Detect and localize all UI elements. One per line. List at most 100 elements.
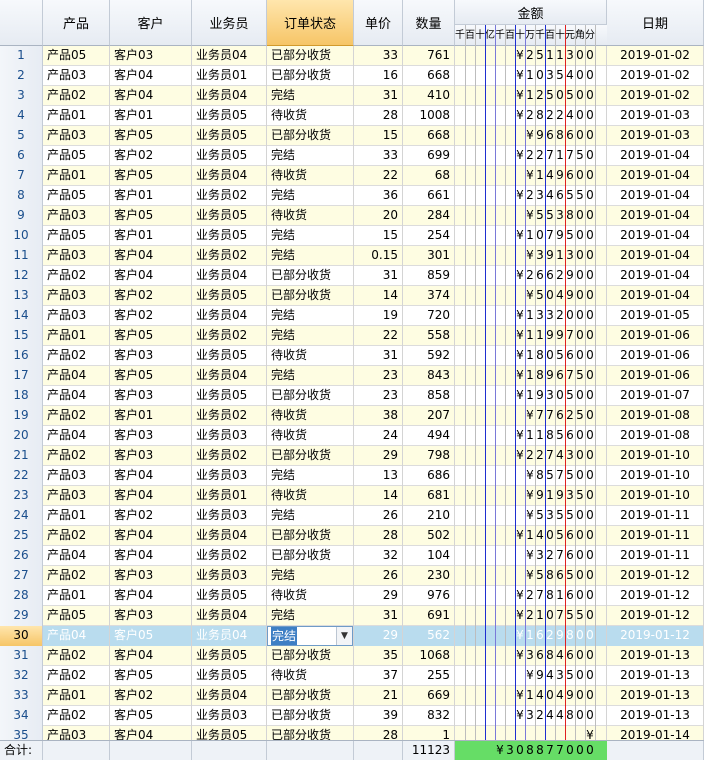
row-number[interactable]: 15 <box>0 326 43 346</box>
cell-qty[interactable]: 843 <box>403 366 455 386</box>
cell-qty[interactable]: 104 <box>403 546 455 566</box>
cell-price[interactable]: 29 <box>354 626 403 646</box>
table-row[interactable]: 23 产品03 客户04 业务员01 待收货 14 681 2019-01-10 ¥9 1 9 3 5 0 <box>0 486 704 506</box>
table-row[interactable]: 17 产品04 客户05 业务员04 完结 23 843 2019-01-06 ¥1 8 9 6 7 5 0 <box>0 366 704 386</box>
cell-qty[interactable]: 494 <box>403 426 455 446</box>
cell-date[interactable]: 2019-01-04 <box>607 206 704 226</box>
cell-status[interactable]: 待收货 <box>267 346 354 366</box>
cell-product[interactable]: 产品02 <box>43 406 110 426</box>
cell-salesman[interactable]: 业务员05 <box>192 346 267 366</box>
cell-customer[interactable]: 客户05 <box>110 366 192 386</box>
row-number[interactable]: 18 <box>0 386 43 406</box>
cell-salesman[interactable]: 业务员05 <box>192 586 267 606</box>
cell-price[interactable]: 16 <box>354 66 403 86</box>
cell-price[interactable]: 26 <box>354 566 403 586</box>
cell-date[interactable]: 2019-01-07 <box>607 386 704 406</box>
cell-customer[interactable]: 客户02 <box>110 686 192 706</box>
cell-product[interactable]: 产品02 <box>43 266 110 286</box>
cell-product[interactable]: 产品05 <box>43 186 110 206</box>
cell-product[interactable]: 产品05 <box>43 606 110 626</box>
cell-status[interactable]: 待收货 <box>267 406 354 426</box>
cell-date[interactable]: 2019-01-12 <box>607 586 704 606</box>
cell-salesman[interactable]: 业务员05 <box>192 646 267 666</box>
cell-customer[interactable]: 客户04 <box>110 486 192 506</box>
cell-product[interactable]: 产品01 <box>43 586 110 606</box>
cell-price[interactable]: 33 <box>354 46 403 66</box>
cell-qty[interactable]: 207 <box>403 406 455 426</box>
row-number[interactable]: 22 <box>0 466 43 486</box>
cell-product[interactable]: 产品02 <box>43 666 110 686</box>
row-number[interactable]: 25 <box>0 526 43 546</box>
cell-customer[interactable]: 客户05 <box>110 706 192 726</box>
column-header-price[interactable]: 单价 <box>354 0 403 46</box>
cell-date[interactable]: 2019-01-13 <box>607 706 704 726</box>
cell-salesman[interactable]: 业务员04 <box>192 46 267 66</box>
table-row[interactable]: 34 产品02 客户05 业务员03 已部分收货 39 832 2019-01-13 ¥3 2 4 4… <box>0 706 704 726</box>
cell-date[interactable]: 2019-01-06 <box>607 346 704 366</box>
table-row[interactable]: 14 产品03 客户02 业务员04 完结 19 720 2019-01-05 ¥1 3 3 2 0 0 0 <box>0 306 704 326</box>
cell-qty[interactable]: 592 <box>403 346 455 366</box>
table-row[interactable]: 33 产品01 客户02 业务员04 已部分收货 21 669 2019-01-13 ¥1 4 0 4… <box>0 686 704 706</box>
cell-price[interactable]: 19 <box>354 306 403 326</box>
cell-salesman[interactable]: 业务员01 <box>192 66 267 86</box>
cell-date[interactable]: 2019-01-13 <box>607 686 704 706</box>
row-number[interactable]: 23 <box>0 486 43 506</box>
cell-price[interactable]: 29 <box>354 446 403 466</box>
row-number[interactable]: 2 <box>0 66 43 86</box>
table-row[interactable]: 3 产品02 客户04 业务员04 完结 31 410 2019-01-02 ¥1 2 5 0 5 0 0 <box>0 86 704 106</box>
cell-product[interactable]: 产品01 <box>43 506 110 526</box>
cell-qty[interactable]: 374 <box>403 286 455 306</box>
row-number[interactable]: 33 <box>0 686 43 706</box>
cell-product[interactable]: 产品03 <box>43 286 110 306</box>
cell-price[interactable]: 26 <box>354 506 403 526</box>
row-number[interactable]: 24 <box>0 506 43 526</box>
cell-salesman[interactable]: 业务员05 <box>192 126 267 146</box>
cell-salesman[interactable]: 业务员03 <box>192 566 267 586</box>
cell-salesman[interactable]: 业务员03 <box>192 506 267 526</box>
cell-customer[interactable]: 客户05 <box>110 206 192 226</box>
cell-salesman[interactable]: 业务员01 <box>192 486 267 506</box>
cell-price[interactable]: 14 <box>354 486 403 506</box>
cell-salesman[interactable]: 业务员04 <box>192 86 267 106</box>
cell-qty[interactable]: 720 <box>403 306 455 326</box>
cell-price[interactable]: 14 <box>354 286 403 306</box>
cell-status[interactable]: 完结 <box>267 306 354 326</box>
table-row[interactable]: 15 产品01 客户05 业务员02 完结 22 558 2019-01-06 ¥1 1 9 9 7 0 0 <box>0 326 704 346</box>
cell-price[interactable]: 24 <box>354 426 403 446</box>
cell-salesman[interactable]: 业务员05 <box>192 666 267 686</box>
cell-customer[interactable]: 客户05 <box>110 126 192 146</box>
cell-price[interactable]: 37 <box>354 666 403 686</box>
cell-customer[interactable]: 客户03 <box>110 446 192 466</box>
row-number[interactable]: 30 <box>0 626 43 646</box>
cell-date[interactable]: 2019-01-12 <box>607 566 704 586</box>
cell-salesman[interactable]: 业务员04 <box>192 526 267 546</box>
cell-status[interactable]: 已部分收货 <box>267 386 354 406</box>
cell-customer[interactable]: 客户03 <box>110 566 192 586</box>
cell-date[interactable]: 2019-01-03 <box>607 106 704 126</box>
table-row[interactable]: 21 产品02 客户03 业务员02 已部分收货 29 798 2019-01-10 ¥2 2 7 4… <box>0 446 704 466</box>
cell-price[interactable]: 23 <box>354 386 403 406</box>
cell-date[interactable]: 2019-01-10 <box>607 466 704 486</box>
cell-customer[interactable]: 客户02 <box>110 146 192 166</box>
row-number[interactable]: 32 <box>0 666 43 686</box>
table-row[interactable]: 20 产品04 客户03 业务员03 待收货 24 494 2019-01-08 ¥1 1 8 5 6 0… <box>0 426 704 446</box>
cell-price[interactable]: 38 <box>354 406 403 426</box>
cell-status[interactable]: 已部分收货 <box>267 686 354 706</box>
cell-customer[interactable]: 客户03 <box>110 606 192 626</box>
cell-date[interactable]: 2019-01-08 <box>607 426 704 446</box>
table-row[interactable]: 7 产品01 客户05 业务员04 待收货 22 68 2019-01-04 ¥1 4 9 6 0 0 <box>0 166 704 186</box>
table-row[interactable]: 29 产品05 客户03 业务员04 完结 31 691 2019-01-12 ¥2 1 0 7 5 5 0 <box>0 606 704 626</box>
cell-product[interactable]: 产品04 <box>43 426 110 446</box>
cell-customer[interactable]: 客户04 <box>110 546 192 566</box>
cell-qty[interactable]: 681 <box>403 486 455 506</box>
cell-date[interactable]: 2019-01-10 <box>607 446 704 466</box>
cell-qty[interactable]: 210 <box>403 506 455 526</box>
cell-status[interactable]: 完结 <box>267 506 354 526</box>
row-number[interactable]: 17 <box>0 366 43 386</box>
cell-salesman[interactable]: 业务员04 <box>192 366 267 386</box>
cell-customer[interactable]: 客户04 <box>110 66 192 86</box>
cell-product[interactable]: 产品02 <box>43 446 110 466</box>
cell-status[interactable]: 完结 <box>267 86 354 106</box>
cell-price[interactable]: 39 <box>354 706 403 726</box>
cell-date[interactable]: 2019-01-11 <box>607 546 704 566</box>
